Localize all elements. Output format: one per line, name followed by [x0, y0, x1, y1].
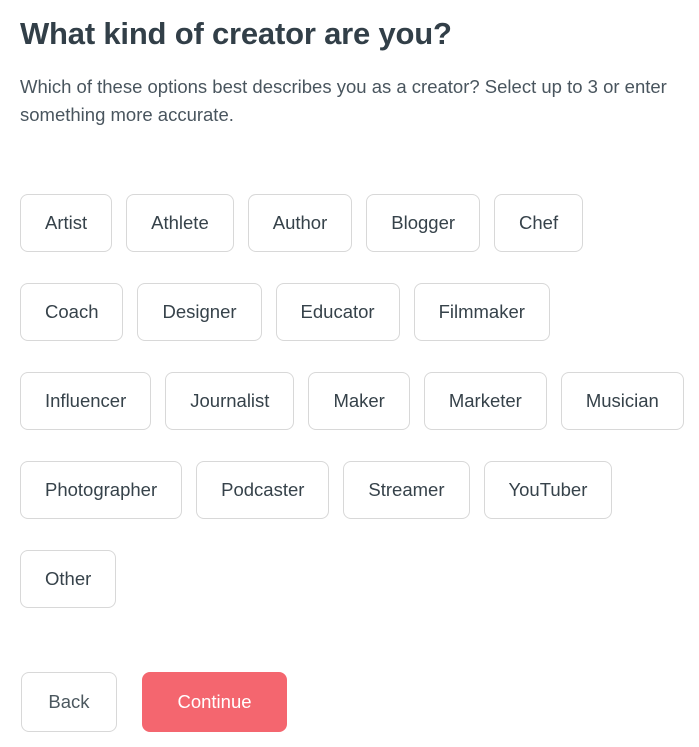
option-chip[interactable]: Influencer: [20, 372, 152, 430]
option-chip[interactable]: Other: [20, 550, 117, 608]
option-chip[interactable]: Filmmaker: [413, 283, 550, 341]
option-chip[interactable]: Musician: [560, 372, 684, 430]
option-chip[interactable]: Marketer: [423, 372, 547, 430]
option-chip[interactable]: Coach: [20, 283, 124, 341]
option-chip[interactable]: Blogger: [366, 194, 481, 252]
back-button[interactable]: Back: [21, 672, 117, 732]
option-chip[interactable]: Athlete: [126, 194, 234, 252]
option-chip[interactable]: Educator: [275, 283, 400, 341]
option-chip[interactable]: Designer: [137, 283, 262, 341]
form-actions: Back Continue: [21, 672, 287, 732]
continue-button[interactable]: Continue: [142, 672, 287, 732]
creator-type-options: Artist Athlete Author Blogger Chef Coach Desig…: [20, 194, 692, 608]
page-subtitle: Which of these options best describes yo…: [20, 76, 672, 125]
option-chip[interactable]: Chef: [494, 194, 584, 252]
option-chip[interactable]: Maker: [308, 372, 410, 430]
option-chip[interactable]: YouTuber: [483, 461, 613, 519]
option-chip[interactable]: Journalist: [165, 372, 295, 430]
option-chip[interactable]: Streamer: [343, 461, 470, 519]
option-chip[interactable]: Podcaster: [196, 461, 330, 519]
option-chip[interactable]: Artist: [20, 194, 113, 252]
creator-type-page: What kind of creator are you? Which of t…: [0, 0, 699, 747]
page-title: What kind of creator are you?: [20, 16, 452, 51]
option-chip[interactable]: Author: [247, 194, 353, 252]
option-chip[interactable]: Photographer: [20, 461, 183, 519]
